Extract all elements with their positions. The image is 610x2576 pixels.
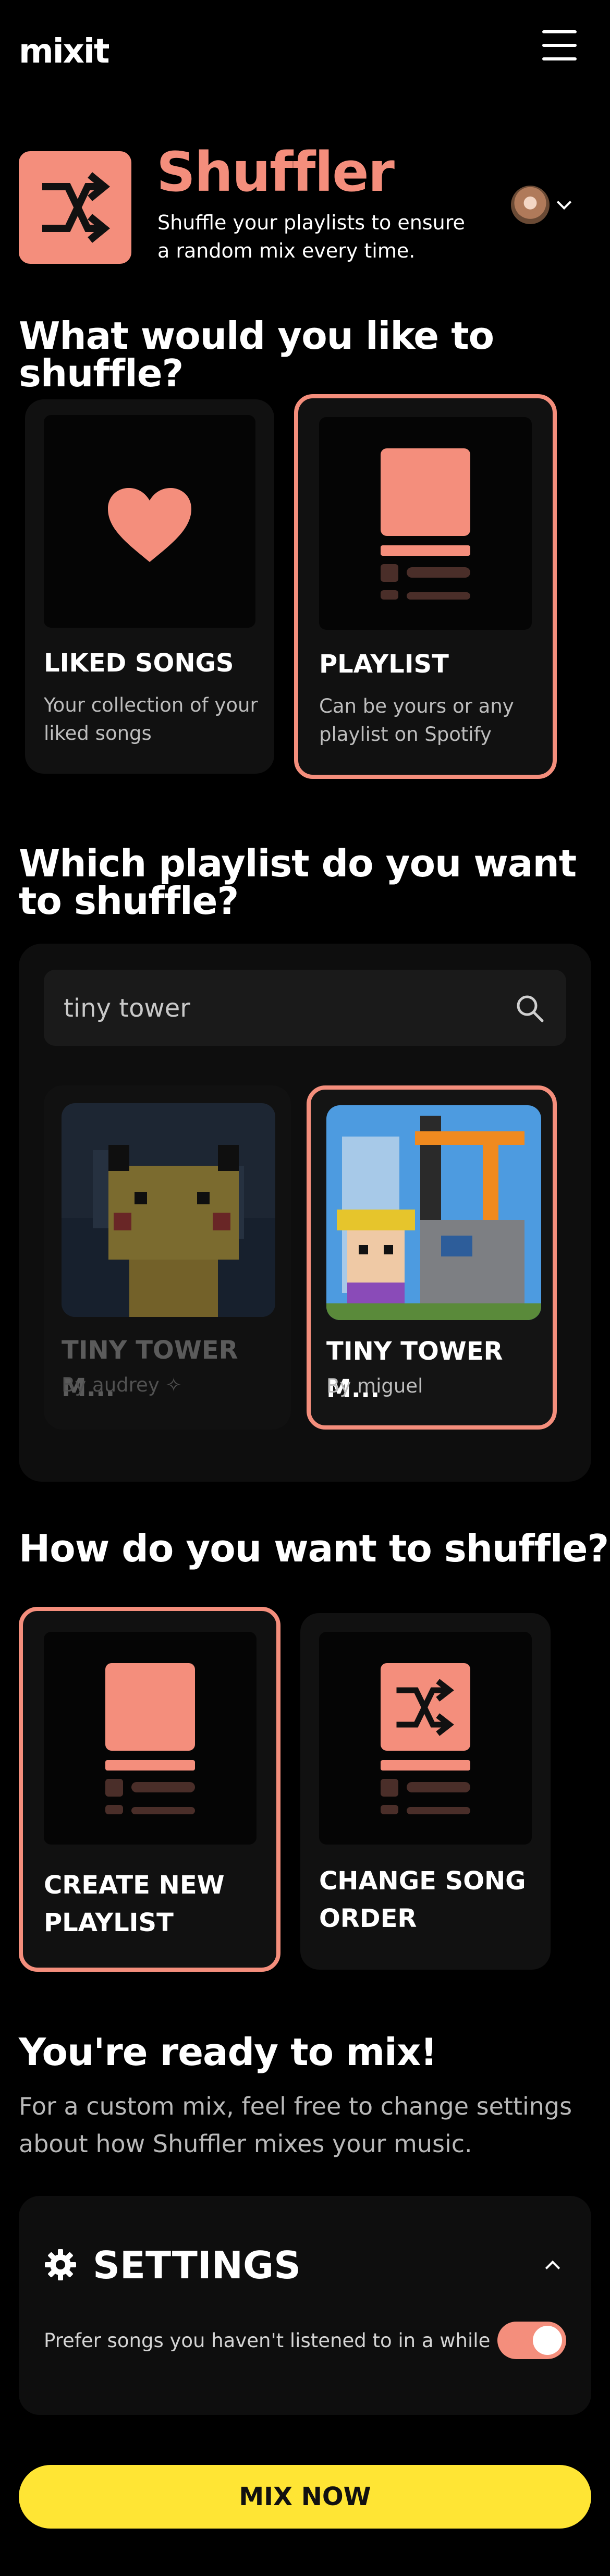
search-box[interactable]: [44, 970, 566, 1047]
section-heading-source: What would you like to shuffle?: [19, 314, 494, 395]
settings-title[interactable]: SETTINGS: [93, 2242, 301, 2289]
option-create-new-playlist[interactable]: CREATE NEW PLAYLIST: [19, 1607, 280, 1972]
playlist-result[interactable]: TINY TOWER M... By audrey ✧: [44, 1085, 291, 1430]
page-title: Shuffler: [156, 140, 395, 204]
hamburger-menu-icon[interactable]: [542, 30, 577, 62]
option-playlist[interactable]: PLAYLIST Can be yours or any playlist on…: [294, 394, 557, 779]
page-subtitle: Shuffle your playlists to ensure a rando…: [157, 211, 465, 262]
shuffle-icon: [381, 1663, 470, 1814]
playlist-icon: [381, 448, 470, 600]
playlist-cover: [62, 1103, 275, 1317]
change-order-thumbnail: [319, 1632, 532, 1845]
gear-icon: [45, 2249, 76, 2280]
heart-icon: [108, 488, 191, 562]
playlist-owner: By audrey ✧: [62, 1374, 182, 1396]
playlist-icon: [105, 1663, 195, 1814]
ready-text: For a custom mix, feel free to change se…: [19, 2092, 572, 2158]
section-heading-playlist: Which playlist do you want to shuffle?: [19, 841, 577, 923]
chevron-down-icon[interactable]: [556, 194, 572, 210]
search-icon[interactable]: [515, 994, 544, 1023]
mixit-logo[interactable]: mixit: [19, 32, 109, 71]
option-change-song-order[interactable]: CHANGE SONG ORDER: [300, 1613, 551, 1970]
liked-songs-thumbnail: [44, 415, 255, 628]
option-description: Your collection of your liked songs: [44, 694, 258, 744]
settings-panel: [19, 2196, 591, 2415]
playlist-thumbnail: [44, 1632, 257, 1845]
search-input[interactable]: [63, 970, 513, 1047]
prefer-unheard-toggle[interactable]: [497, 2322, 566, 2359]
mix-now-button[interactable]: MIX NOW: [19, 2465, 591, 2529]
ready-heading: You're ready to mix!: [19, 2030, 437, 2074]
option-title: CREATE NEW PLAYLIST: [44, 1871, 225, 1937]
shuffle-icon: [42, 172, 111, 243]
option-title: PLAYLIST: [319, 650, 449, 679]
section-heading-method: How do you want to shuffle?: [19, 1527, 609, 1570]
playlist-cover: [326, 1105, 541, 1320]
playlist-result[interactable]: TINY TOWER M... By miguel: [307, 1085, 557, 1430]
option-title: CHANGE SONG ORDER: [319, 1866, 526, 1933]
toggle-knob: [533, 2326, 562, 2355]
shuffle-app-icon: [19, 151, 131, 264]
option-liked-songs[interactable]: LIKED SONGS Your collection of your like…: [25, 399, 274, 774]
avatar[interactable]: [511, 186, 550, 224]
playlist-thumbnail: [319, 417, 532, 630]
option-description: Can be yours or any playlist on Spotify: [319, 695, 514, 746]
prefer-unheard-label: Prefer songs you haven't listened to in …: [44, 2329, 491, 2352]
option-title: LIKED SONGS: [44, 649, 234, 678]
playlist-owner: By miguel: [326, 1375, 423, 1397]
